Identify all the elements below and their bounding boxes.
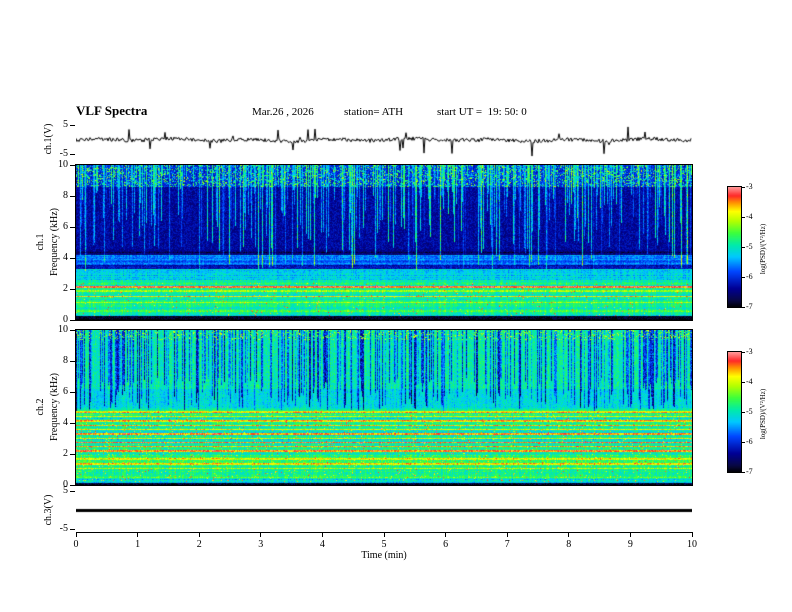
x-axis-tick (383, 532, 385, 537)
freq-axis-tick (70, 226, 75, 228)
freq-axis-tick-label: 4 (63, 252, 68, 263)
x-axis-tick (260, 532, 262, 537)
x-axis-tick (691, 532, 693, 537)
header-date: Mar.26 , 2026 (252, 106, 314, 118)
freq-axis-tick (70, 288, 75, 290)
freq-axis-tick-label: 6 (63, 386, 68, 397)
ch3-waveform-canvas (76, 489, 692, 532)
colorbar-tick-label: -7 (746, 467, 753, 476)
freq-axis-tick-label: 2 (63, 448, 68, 459)
freq-axis-tick-label: 10 (58, 159, 68, 170)
x-axis-tick (198, 532, 200, 537)
x-axis-tick-label: 4 (319, 539, 325, 550)
volt-axis-tick (70, 125, 75, 126)
freq-axis-tick (70, 257, 75, 259)
freq-axis-tick (70, 484, 75, 486)
x-axis-line (76, 532, 693, 533)
freq-axis-tick-label: 8 (63, 190, 68, 201)
x-axis-tick-label: 6 (443, 539, 449, 550)
vlf-spectra-page: VLF Spectra Mar.26 , 2026 station= ATH s… (0, 0, 792, 612)
colorbar-tick-label: -5 (746, 407, 753, 416)
ch2-spectrogram-canvas (76, 330, 692, 485)
freq-axis-tick (70, 195, 75, 197)
x-axis-tick-label: 1 (135, 539, 141, 550)
x-axis-tick-label: 5 (381, 539, 387, 550)
colorbar-tick-label: -7 (746, 302, 753, 311)
volt-axis-tick-label: 5 (63, 485, 68, 496)
x-axis-tick (445, 532, 447, 537)
spec2-channel-label: ch.2 (35, 398, 46, 416)
freq-axis-tick-label: 10 (58, 324, 68, 335)
colorbar-tick (742, 276, 745, 278)
x-axis-tick-label: 9 (627, 539, 633, 550)
colorbar-tick-label: -3 (746, 182, 753, 191)
colorbar-tick (742, 246, 745, 248)
x-axis-tick (506, 532, 508, 537)
colorbar-tick-label: -4 (746, 212, 753, 221)
x-axis-tick-label: 8 (566, 539, 572, 550)
volt-axis-tick (70, 529, 75, 530)
x-axis-tick (137, 532, 139, 537)
freq-axis-tick (70, 329, 75, 331)
colorbar-tick-label: -6 (746, 437, 753, 446)
volt-axis-tick-label: -5 (59, 523, 68, 534)
figure-title: VLF Spectra (76, 103, 148, 118)
x-axis-tick-label: 7 (504, 539, 510, 550)
x-axis-tick (75, 532, 77, 537)
freq-axis-tick (70, 453, 75, 455)
x-axis-tick-label: 10 (687, 539, 697, 550)
x-axis-tick (629, 532, 631, 537)
colorbar-tick (742, 216, 745, 218)
freq-axis-tick (70, 391, 75, 393)
freq-axis-tick-label: 4 (63, 417, 68, 428)
colorbar-tick-label: -3 (746, 347, 753, 356)
freq-axis-tick (70, 164, 75, 166)
volt-axis-tick (70, 491, 75, 492)
colorbar-tick-label: -6 (746, 272, 753, 281)
freq-axis-tick (70, 422, 75, 424)
freq-axis-tick-label: 6 (63, 221, 68, 232)
x-axis-tick (568, 532, 570, 537)
header-station: station= ATH (344, 106, 404, 118)
colorbar-tick (742, 306, 745, 308)
x-axis-tick (321, 532, 323, 537)
ch1-waveform-canvas (76, 123, 692, 157)
colorbar1-canvas (728, 187, 741, 307)
colorbar-tick-label: -4 (746, 377, 753, 386)
x-axis-title: Time (min) (361, 550, 407, 561)
colorbar-tick (742, 381, 745, 383)
volt-axis-tick-label: 5 (63, 119, 68, 130)
spec1-channel-label: ch.1 (35, 233, 46, 251)
colorbar-tick (742, 441, 745, 443)
freq-axis-tick-label: 8 (63, 355, 68, 366)
colorbar-tick (742, 471, 745, 473)
x-axis-tick-label: 2 (196, 539, 202, 550)
freq-axis-tick-label: 2 (63, 283, 68, 294)
header-start-ut: start UT = 19: 50: 0 (437, 106, 527, 118)
x-axis-tick-label: 3 (258, 539, 264, 550)
x-axis-tick-label: 0 (73, 539, 79, 550)
colorbar-tick-label: -5 (746, 242, 753, 251)
ch1-spectrogram-canvas (76, 165, 692, 320)
freq-axis-tick (70, 360, 75, 362)
volt-axis-tick-label: -5 (59, 148, 68, 159)
freq-axis-tick (70, 319, 75, 321)
colorbar-tick (742, 411, 745, 413)
volt-axis-tick (70, 154, 75, 155)
colorbar-tick (742, 186, 745, 188)
colorbar2-canvas (728, 352, 741, 472)
colorbar-tick (742, 351, 745, 353)
